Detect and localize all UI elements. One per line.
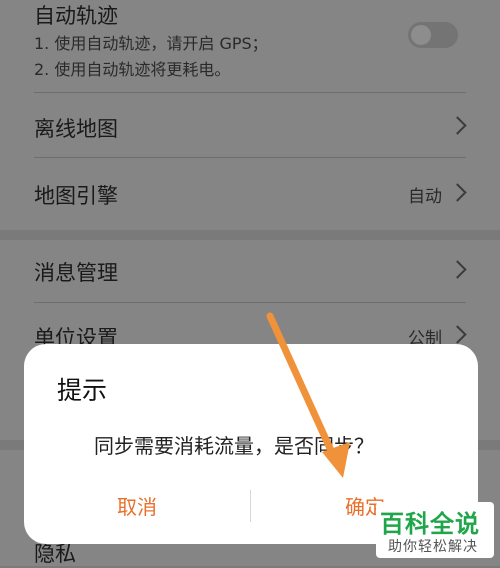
watermark-subtitle: 助你轻松解决 (388, 539, 478, 555)
watermark-title: 百科全说 (380, 510, 480, 538)
annotation-arrow-icon (266, 312, 350, 478)
watermark-logo: 百科全说 助你轻松解决 (376, 502, 494, 558)
